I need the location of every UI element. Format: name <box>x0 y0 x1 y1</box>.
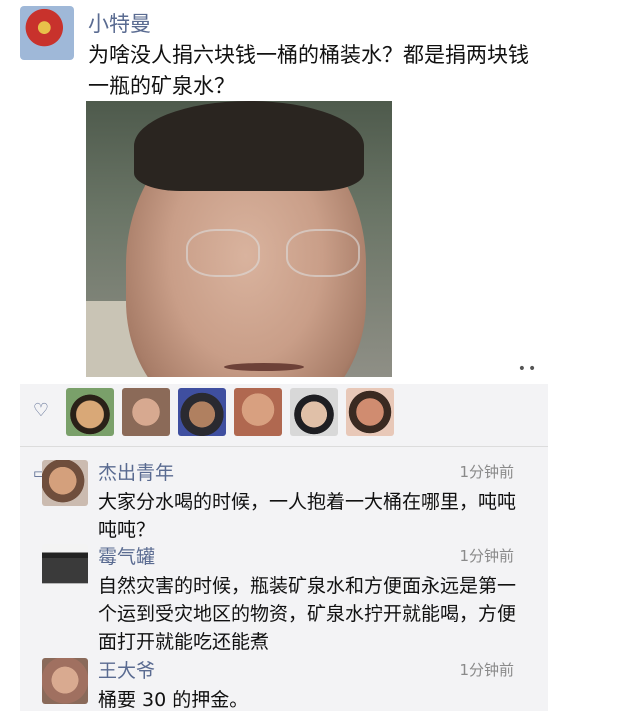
comment-text: 大家分水喝的时候，一人抱着一大桶在哪里，吨吨吨吨？ <box>98 491 517 541</box>
comment-time: 1分钟前 <box>459 661 514 679</box>
more-options-button[interactable]: •• <box>510 362 546 378</box>
photo-hair <box>134 101 364 191</box>
panel-divider <box>20 446 548 447</box>
post-photo[interactable] <box>86 101 392 377</box>
heart-icon: ♡ <box>32 400 50 421</box>
author-name[interactable]: 小特曼 <box>88 8 151 38</box>
liker-avatar[interactable] <box>66 388 114 436</box>
photo-mouth <box>224 363 304 371</box>
comment-time: 1分钟前 <box>459 463 514 481</box>
photo-glasses-left <box>186 229 260 277</box>
liker-avatar[interactable] <box>346 388 394 436</box>
commenter-name[interactable]: 霉气罐 <box>98 542 155 569</box>
liker-avatar[interactable] <box>234 388 282 436</box>
liker-avatar[interactable] <box>178 388 226 436</box>
commenter-avatar[interactable] <box>42 460 88 506</box>
commenter-name[interactable]: 王大爷 <box>98 656 155 683</box>
comment-item: 王大爷 1分钟前 桶要 30 的押金。 <box>40 656 528 711</box>
commenter-avatar[interactable] <box>42 658 88 704</box>
comment-text: 桶要 30 的押金。 <box>98 689 249 711</box>
post-text: 为啥没人捐六块钱一桶的桶装水？都是捐两块钱一瓶的矿泉水？ <box>88 43 529 98</box>
commenter-avatar[interactable] <box>42 544 88 590</box>
comment-text: 自然灾害的时候，瓶装矿泉水和方便面永远是第一个运到受灾地区的物资，矿泉水拧开就能… <box>98 575 517 653</box>
author-avatar[interactable] <box>20 6 74 60</box>
comment-item: 霉气罐 1分钟前 自然灾害的时候，瓶装矿泉水和方便面永远是第一个运到受灾地区的物… <box>40 542 528 653</box>
liker-avatar[interactable] <box>122 388 170 436</box>
comment-item: 杰出青年 1分钟前 大家分水喝的时候，一人抱着一大桶在哪里，吨吨吨吨？ <box>40 458 528 541</box>
likes-row: ♡ <box>20 384 548 442</box>
photo-glasses-right <box>286 229 360 277</box>
comment-time: 1分钟前 <box>459 547 514 565</box>
liker-avatar[interactable] <box>290 388 338 436</box>
commenter-name[interactable]: 杰出青年 <box>98 458 174 485</box>
